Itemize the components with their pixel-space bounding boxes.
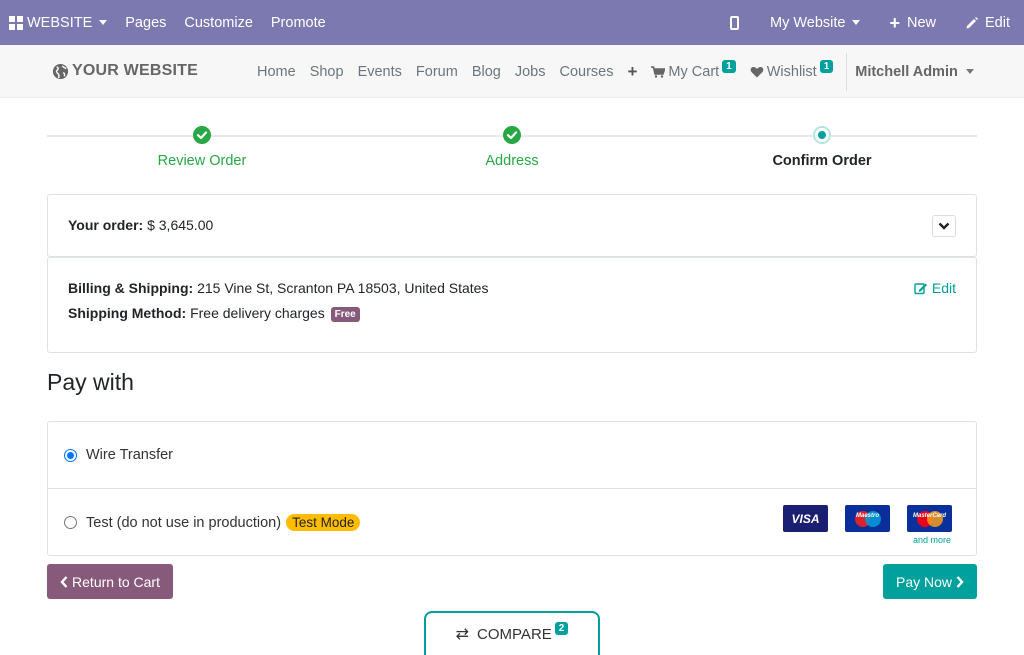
- chevron-down-icon: [938, 222, 950, 230]
- logo-text: YOUR WEBSITE: [72, 62, 198, 79]
- chevron-left-icon: [60, 575, 68, 588]
- new-label: New: [906, 14, 936, 31]
- billing-value: 215 Vine St, Scranton PA 18503, United S…: [197, 280, 489, 296]
- my-website-menu[interactable]: My Website: [761, 0, 880, 45]
- wishlist-link[interactable]: Wishlist 1: [743, 60, 841, 80]
- current-step-dot-icon: [813, 126, 831, 144]
- pages-menu[interactable]: Pages: [116, 0, 175, 45]
- order-total-amount: $ 3,645.00: [147, 217, 214, 233]
- customize-menu[interactable]: Customize: [175, 0, 262, 45]
- edit-label: Edit: [985, 14, 1010, 31]
- nav-events[interactable]: Events: [351, 64, 409, 80]
- compare-tab[interactable]: ⇄ COMPARE 2: [424, 611, 600, 655]
- pay-now-button[interactable]: Pay Now: [883, 564, 977, 599]
- step-label: Address: [485, 153, 539, 169]
- compare-label: COMPARE: [477, 626, 552, 643]
- wire-transfer-radio[interactable]: [64, 448, 77, 462]
- check-circle-icon: [503, 126, 521, 144]
- checkout-progress: Review Order Address Confirm Order: [47, 125, 977, 175]
- website-menu-label: WEBSITE: [27, 14, 93, 31]
- edit-address-link[interactable]: Edit: [914, 280, 956, 296]
- globe-icon: [52, 63, 69, 80]
- expand-order-button[interactable]: [932, 215, 956, 237]
- billing-label: Billing & Shipping:: [68, 280, 194, 296]
- visa-logo-icon: VISA: [783, 505, 828, 532]
- payment-methods-card: Wire Transfer Test (do not use in produc…: [47, 421, 977, 556]
- nav-jobs[interactable]: Jobs: [508, 64, 553, 80]
- free-badge: Free: [330, 306, 360, 322]
- cart-count-badge: 1: [722, 60, 736, 73]
- billing-shipping-card: Billing & Shipping: 215 Vine St, Scranto…: [47, 257, 977, 353]
- nav-home[interactable]: Home: [250, 64, 303, 80]
- return-to-cart-label: Return to Cart: [72, 573, 160, 590]
- shipping-value: Free delivery charges: [190, 305, 325, 321]
- return-to-cart-button[interactable]: Return to Cart: [47, 564, 173, 599]
- card-logos: VISA Maestro MasterCard: [766, 505, 952, 532]
- pay-now-label: Pay Now: [895, 573, 953, 590]
- wishlist-label: Wishlist: [766, 63, 817, 80]
- and-more-link[interactable]: and more: [913, 535, 951, 545]
- pay-with-heading: Pay with: [47, 369, 134, 395]
- chevron-right-icon: [956, 575, 964, 588]
- shipping-label: Shipping Method:: [68, 305, 187, 321]
- caret-down-icon: [965, 69, 974, 74]
- user-menu[interactable]: Mitchell Admin: [855, 64, 974, 80]
- nav-divider: [846, 52, 848, 91]
- maestro-logo-icon: Maestro: [845, 505, 890, 532]
- website-menu[interactable]: WEBSITE: [0, 0, 116, 45]
- mobile-phone-icon: [729, 15, 739, 30]
- main-nav: Home Shop Events Forum Blog Jobs Courses…: [250, 45, 974, 98]
- maestro-logo-text: Maestro: [855, 513, 879, 519]
- payment-option-label: Wire Transfer: [86, 447, 174, 463]
- mastercard-logo-icon: MasterCard: [907, 505, 952, 532]
- caret-down-icon: [852, 20, 861, 25]
- plus-icon: +: [889, 12, 900, 33]
- order-total: Your order: $ 3,645.00: [68, 217, 213, 233]
- wishlist-count-badge: 1: [819, 60, 834, 73]
- user-name: Mitchell Admin: [855, 63, 958, 80]
- order-total-label: Your order:: [68, 217, 144, 233]
- heart-icon: [750, 66, 764, 78]
- payment-option-test[interactable]: Test (do not use in production) Test Mod…: [48, 489, 976, 556]
- shopping-cart-icon: [651, 65, 666, 78]
- step-label: Confirm Order: [772, 153, 872, 169]
- promote-menu[interactable]: Promote: [262, 0, 335, 45]
- edit-square-icon: [914, 282, 928, 295]
- admin-bar: WEBSITE Pages Customize Promote My Websi…: [0, 0, 1024, 45]
- site-header: YOUR WEBSITE Home Shop Events Forum Blog…: [0, 45, 1024, 98]
- my-cart-link[interactable]: My Cart 1: [644, 60, 742, 80]
- step-address[interactable]: Address: [412, 125, 612, 169]
- order-summary-card: Your order: $ 3,645.00: [47, 194, 977, 257]
- apps-grid-icon: [9, 15, 23, 30]
- step-confirm-order: Confirm Order: [722, 125, 922, 169]
- check-circle-icon: [193, 126, 211, 144]
- caret-down-icon: [99, 20, 108, 25]
- edit-label: Edit: [931, 280, 956, 296]
- compare-count-badge: 2: [554, 622, 569, 635]
- site-logo[interactable]: YOUR WEBSITE: [52, 62, 198, 80]
- exchange-arrows-icon: ⇄: [455, 626, 470, 643]
- test-payment-radio[interactable]: [64, 516, 77, 529]
- mobile-preview-button[interactable]: [721, 0, 761, 45]
- plus-icon: +: [627, 61, 638, 81]
- edit-button[interactable]: Edit: [956, 0, 1024, 45]
- new-button[interactable]: + New: [880, 0, 956, 45]
- nav-shop[interactable]: Shop: [303, 64, 351, 80]
- nav-add-button[interactable]: +: [620, 62, 644, 82]
- payment-option-wire-transfer[interactable]: Wire Transfer: [48, 422, 976, 489]
- my-website-label: My Website: [769, 14, 846, 31]
- billing-address: Billing & Shipping: 215 Vine St, Scranto…: [68, 280, 488, 296]
- step-review-order[interactable]: Review Order: [102, 125, 302, 169]
- nav-courses[interactable]: Courses: [552, 64, 620, 80]
- nav-blog[interactable]: Blog: [465, 64, 508, 80]
- mastercard-logo-text: MasterCard: [912, 513, 946, 519]
- nav-forum[interactable]: Forum: [409, 64, 465, 80]
- my-cart-label: My Cart: [668, 63, 720, 80]
- test-mode-badge: Test Mode: [286, 514, 361, 531]
- shipping-method: Shipping Method: Free delivery charges F…: [68, 305, 360, 322]
- payment-option-label: Test (do not use in production): [86, 514, 282, 531]
- pencil-icon: [965, 16, 979, 30]
- step-label: Review Order: [157, 153, 247, 169]
